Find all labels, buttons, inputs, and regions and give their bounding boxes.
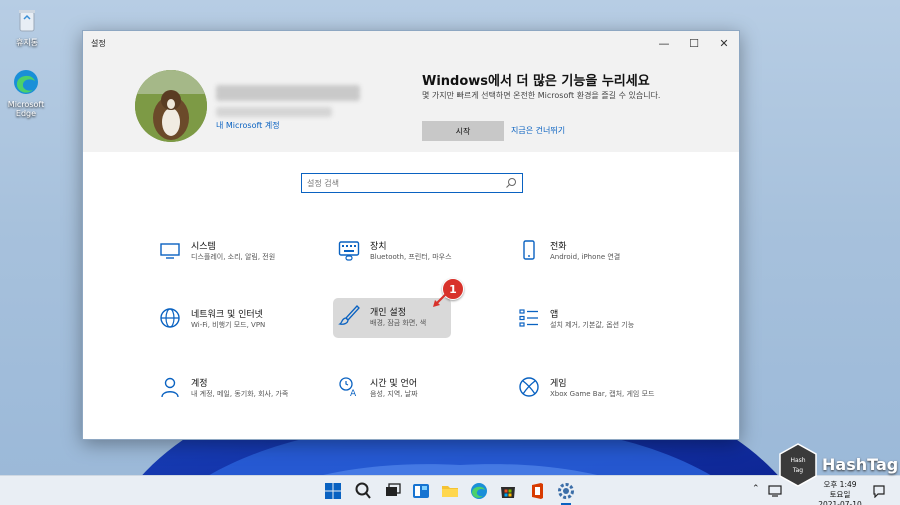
search-input[interactable]: 설정 검색 [301,173,523,193]
minimize-button[interactable]: — [649,31,679,55]
widgets-icon[interactable] [411,481,431,501]
svg-text:Hash: Hash [790,457,805,464]
brush-icon [338,305,360,325]
category-name: 네트워크 및 인터넷 [191,310,263,320]
category-name: 게임 [550,379,567,389]
category-desc: Android, iPhone 연결 [550,253,621,261]
start-windows-icon[interactable] [323,481,343,501]
edge-label: Microsoft Edge [7,100,45,118]
edge-taskbar-icon[interactable] [469,481,489,501]
task-view-icon[interactable] [383,481,403,501]
category-name: 시간 및 언어 [370,379,418,389]
category-gaming[interactable]: 게임 Xbox Game Bar, 캡처, 게임 모드 [518,373,668,413]
recycle-bin[interactable]: 휴지통 [3,6,51,47]
category-accounts[interactable]: 계정 내 계정, 메일, 동기화, 회사, 가족 [159,373,309,413]
category-name: 전화 [550,242,567,252]
settings-gear-icon[interactable] [556,481,576,501]
search-icon[interactable] [505,177,517,189]
category-desc: 배경, 잠금 화면, 색 [370,319,427,327]
category-desc: Wi-Fi, 비행기 모드, VPN [191,321,266,329]
category-desc: Xbox Game Bar, 캡처, 게임 모드 [550,390,655,398]
blurred-email [216,107,332,117]
avatar[interactable] [135,70,207,142]
taskbar-search-icon[interactable] [353,481,373,501]
promo-title: Windows에서 더 많은 기능을 누리세요 [422,74,650,89]
category-desc: 디스플레이, 소리, 알림, 전원 [191,253,276,261]
keyboard-icon [338,241,360,261]
annotation-arrow-icon [433,291,449,307]
category-system[interactable]: 시스템 디스플레이, 소리, 알림, 전원 [159,236,309,276]
dog-photo [135,70,207,142]
category-name: 시스템 [191,242,216,252]
phone-icon [523,240,535,260]
time-language-icon: A [339,377,357,398]
office-icon[interactable] [527,481,547,501]
apps-list-icon [519,309,538,327]
tray-chevron-icon[interactable]: ⌃ [752,484,760,494]
recycle-bin-icon [19,10,35,32]
category-apps[interactable]: 앱 설치 제거, 기본값, 옵션 기능 [518,304,668,344]
store-icon[interactable] [498,481,518,501]
account-header: 내 Microsoft 계정 Windows에서 더 많은 기능을 누리세요 몇… [83,55,739,152]
edge-shortcut[interactable]: Microsoft Edge [2,68,50,118]
hashtag-watermark-text: HashTag [822,455,899,474]
blurred-username [216,85,360,101]
skip-link[interactable]: 지금은 건너뛰기 [511,125,565,136]
category-name: 개인 설정 [370,308,406,318]
title-bar: 설정 — ☐ ✕ [83,31,739,55]
category-desc: 음성, 지역, 날짜 [370,390,418,398]
category-time-language[interactable]: A 시간 및 언어 음성, 지역, 날짜 [338,373,488,413]
category-desc: 내 계정, 메일, 동기화, 회사, 가족 [191,390,289,398]
category-devices[interactable]: 장치 Bluetooth, 프린터, 마우스 [338,236,488,276]
svg-text:Tag: Tag [792,467,803,474]
clock-date: 2021-07-10 [818,500,862,505]
category-desc: 설치 제거, 기본값, 옵션 기능 [550,321,635,329]
globe-icon [160,308,180,328]
maximize-button[interactable]: ☐ [679,31,709,55]
category-phone[interactable]: 전화 Android, iPhone 연결 [518,236,668,276]
svg-text:A: A [350,389,357,398]
promo-text: 몇 가지만 빠르게 선택하면 온전한 Microsoft 환경을 즐길 수 있습… [422,91,661,100]
category-name: 장치 [370,242,387,252]
category-desc: Bluetooth, 프린터, 마우스 [370,253,452,261]
recycle-bin-label: 휴지통 [15,38,39,47]
close-button[interactable]: ✕ [709,31,739,55]
microsoft-account-link[interactable]: 내 Microsoft 계정 [216,120,280,131]
category-network[interactable]: 네트워크 및 인터넷 Wi-Fi, 비행기 모드, VPN [159,304,309,344]
category-name: 앱 [550,310,559,320]
taskbar: ⌃ 오후 1:49 토요일 2021-07-10 [0,475,900,505]
file-explorer-icon[interactable] [440,481,460,501]
xbox-icon [519,377,539,397]
category-name: 계정 [191,379,208,389]
display-icon [160,243,180,259]
edge-icon [14,70,38,94]
person-icon [161,377,179,398]
window-title: 설정 [91,38,106,48]
start-button[interactable]: 시작 [422,121,504,141]
clock-day: 토요일 [829,490,851,499]
search-placeholder: 설정 검색 [307,178,339,188]
settings-window: 설정 — ☐ ✕ 내 Microsoft 계정 Windows에서 더 많은 기… [82,30,740,440]
